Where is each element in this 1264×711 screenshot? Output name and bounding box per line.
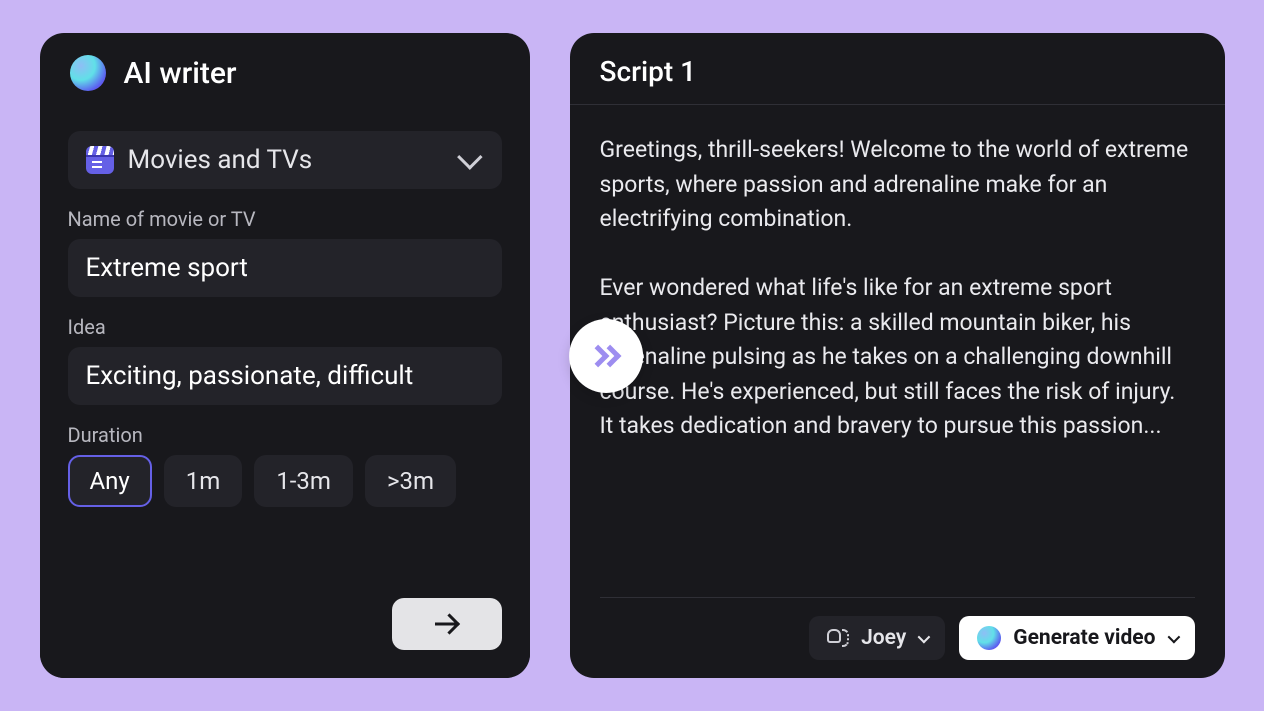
duration-field-label: Duration [68,423,502,447]
chevron-down-icon [1167,630,1180,643]
submit-button[interactable] [392,598,502,650]
ai-writer-title: AI writer [124,56,237,91]
transition-badge [569,319,643,393]
voice-name: Joey [861,626,906,650]
duration-option-gt3m[interactable]: >3m [365,455,456,507]
script-panel: Script 1 Greetings, thrill-seekers! Welc… [570,33,1225,678]
category-select[interactable]: Movies and TVs [68,131,502,189]
duration-option-1m[interactable]: 1m [164,455,243,507]
generate-video-button[interactable]: Generate video [959,616,1194,660]
voice-select[interactable]: Joey [809,616,945,660]
name-input[interactable] [68,239,502,297]
generate-video-label: Generate video [1013,626,1155,650]
chevron-down-icon [918,630,931,643]
duration-option-any[interactable]: Any [68,455,152,507]
arrow-right-icon [433,610,461,638]
duration-options: Any 1m 1-3m >3m [68,455,502,507]
category-selected-label: Movies and TVs [128,145,444,175]
duration-option-1-3m[interactable]: 1-3m [254,455,353,507]
script-title: Script 1 [600,55,1195,88]
idea-input[interactable] [68,347,502,405]
ai-writer-header: AI writer [40,33,530,113]
clapperboard-icon [86,146,114,174]
script-content: Greetings, thrill-seekers! Welcome to th… [600,133,1195,444]
idea-field-label: Idea [68,315,502,339]
double-chevron-right-icon [594,348,618,364]
name-field-label: Name of movie or TV [68,207,502,231]
ai-orb-icon [977,626,1001,650]
ai-orb-icon [70,55,106,91]
voice-icon [827,627,849,649]
ai-writer-panel: AI writer Movies and TVs Name of movie o… [40,33,530,678]
chevron-down-icon [457,144,482,169]
script-header: Script 1 [570,33,1225,105]
